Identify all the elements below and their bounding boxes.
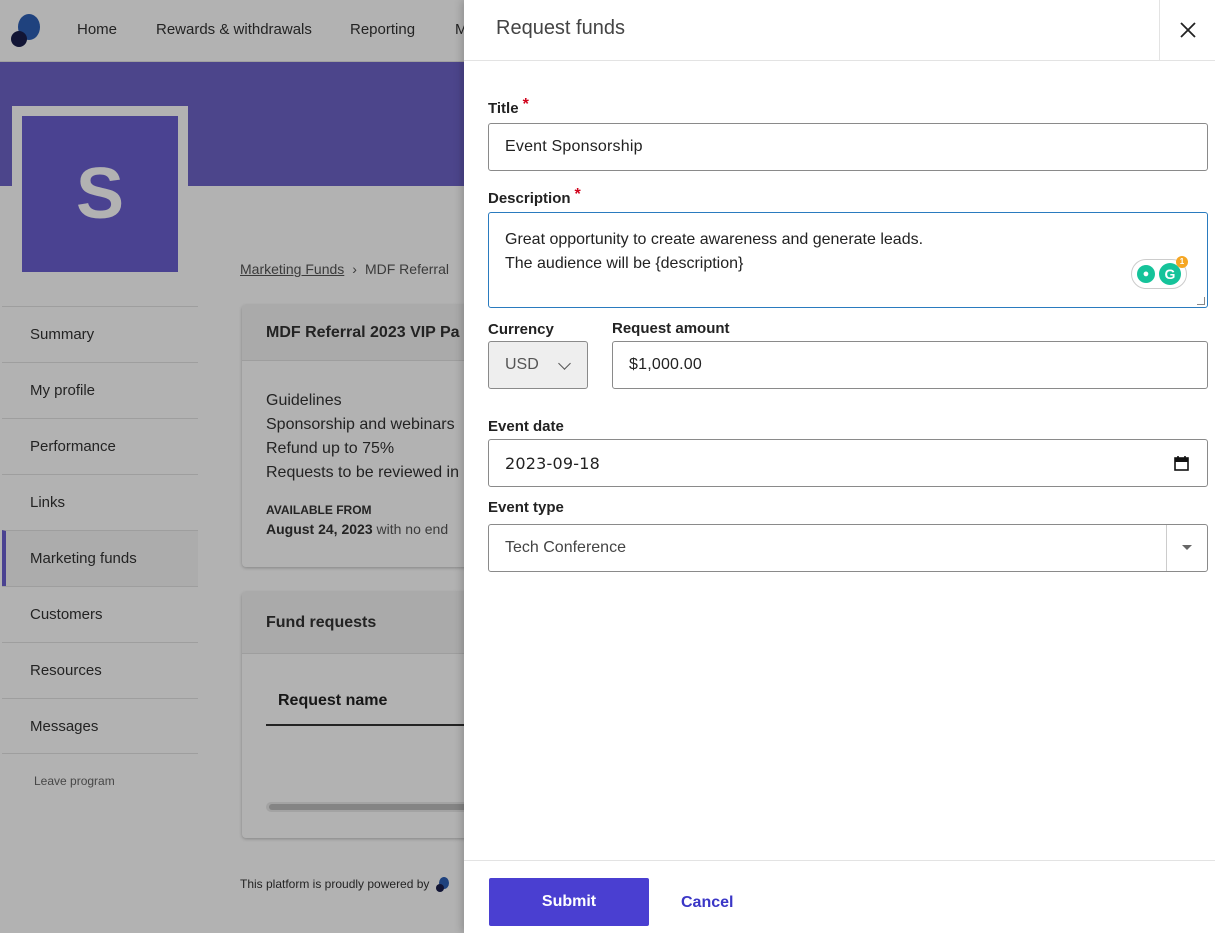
request-funds-drawer: Request funds Title * Event Sponsorship D… <box>464 0 1215 933</box>
grammarly-count-badge: 1 <box>1176 256 1188 268</box>
grammarly-widget[interactable]: ● G1 <box>1131 256 1188 289</box>
currency-label: Currency <box>488 321 554 338</box>
select-divider <box>1166 525 1167 571</box>
currency-select[interactable]: USD <box>488 341 588 389</box>
drawer-footer: Submit Cancel <box>464 860 1215 933</box>
description-line: The audience will be {description} <box>505 255 744 272</box>
event-date-value: 2023-09-18 <box>505 453 600 473</box>
submit-button[interactable]: Submit <box>489 878 649 926</box>
request-amount-label: Request amount <box>612 320 730 337</box>
description-line: Great opportunity to create awareness an… <box>505 231 924 248</box>
required-marker: * <box>574 186 581 203</box>
currency-value: USD <box>505 356 539 373</box>
event-type-label: Event type <box>488 499 564 516</box>
resize-handle[interactable] <box>1197 297 1205 305</box>
request-amount-input[interactable]: $1,000.00 <box>612 341 1208 389</box>
close-icon <box>1179 22 1196 38</box>
title-input[interactable]: Event Sponsorship <box>488 123 1208 171</box>
drawer-title: Request funds <box>496 17 625 39</box>
event-date-label: Event date <box>488 418 564 435</box>
description-textarea[interactable]: Great opportunity to create awareness an… <box>488 212 1208 308</box>
close-button[interactable] <box>1159 0 1215 60</box>
calendar-icon[interactable] <box>1174 455 1189 471</box>
description-label: Description * <box>488 186 581 208</box>
required-marker: * <box>522 96 529 113</box>
title-label-text: Title <box>488 100 519 117</box>
drawer-header: Request funds <box>464 0 1215 61</box>
caret-down-icon[interactable] <box>1182 545 1192 550</box>
chevron-down-icon <box>558 357 571 370</box>
cancel-button[interactable]: Cancel <box>681 894 733 912</box>
bulb-icon[interactable]: ● <box>1137 265 1155 283</box>
event-date-input[interactable]: 2023-09-18 <box>488 439 1208 487</box>
event-type-value: Tech Conference <box>505 539 626 556</box>
event-type-select[interactable]: Tech Conference <box>488 524 1208 572</box>
description-label-text: Description <box>488 190 571 207</box>
title-label: Title * <box>488 96 529 118</box>
grammarly-icon[interactable]: G1 <box>1159 256 1188 285</box>
